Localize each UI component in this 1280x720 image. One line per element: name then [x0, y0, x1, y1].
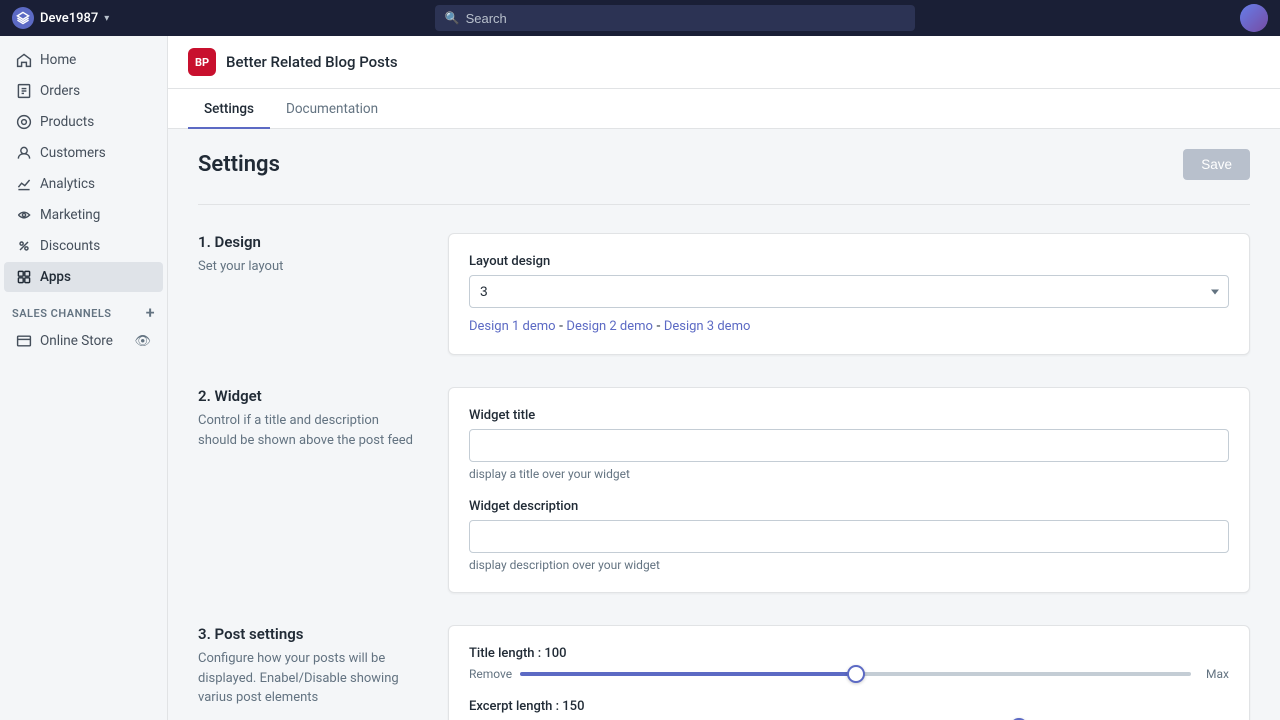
online-store-label: Online Store — [40, 333, 113, 349]
add-sales-channel-button[interactable]: + — [146, 305, 155, 321]
sidebar-item-marketing[interactable]: Marketing — [4, 200, 163, 230]
sidebar-item-home-label: Home — [40, 52, 76, 68]
design-label-col: 1. Design Set your layout — [198, 233, 418, 355]
app-logo: BP — [188, 48, 216, 76]
app-header: BP Better Related Blog Posts — [168, 36, 1280, 89]
user-avatar[interactable] — [1240, 4, 1268, 32]
design-2-demo-link[interactable]: Design 2 demo — [566, 319, 653, 334]
sidebar: Home Orders Products Customers Analytics… — [0, 36, 168, 720]
sidebar-item-marketing-label: Marketing — [40, 207, 100, 223]
divider — [198, 204, 1250, 205]
widget-section: 2. Widget Control if a title and descrip… — [198, 387, 1250, 593]
excerpt-length-row: Excerpt length : 150 Remove Max — [469, 699, 1229, 720]
settings-header: Settings Save — [198, 149, 1250, 180]
layout-design-select[interactable]: 1 2 3 — [469, 275, 1229, 308]
post-settings-content-col: Title length : 100 Remove Max Excerpt le… — [448, 625, 1250, 720]
search-bar[interactable]: 🔍 — [435, 5, 915, 31]
title-length-max-label: Max — [1199, 667, 1229, 681]
store-name: Deve1987 — [40, 11, 98, 26]
tabs: Settings Documentation — [168, 89, 1280, 129]
widget-card: Widget title display a title over your w… — [448, 387, 1250, 593]
widget-description: Control if a title and description shoul… — [198, 411, 418, 450]
sidebar-item-customers[interactable]: Customers — [4, 138, 163, 168]
excerpt-length-label: Excerpt length : 150 — [469, 699, 1229, 714]
sidebar-item-analytics[interactable]: Analytics — [4, 169, 163, 199]
title-length-slider[interactable] — [520, 672, 1191, 676]
widget-content-col: Widget title display a title over your w… — [448, 387, 1250, 593]
widget-title-help: display a title over your widget — [469, 467, 1229, 481]
sidebar-item-customers-label: Customers — [40, 145, 106, 161]
design-content-col: Layout design 1 2 3 Design 1 demo - Des — [448, 233, 1250, 355]
sidebar-item-apps[interactable]: Apps — [4, 262, 163, 292]
design-description: Set your layout — [198, 257, 418, 277]
sidebar-item-apps-label: Apps — [40, 269, 71, 285]
tab-documentation[interactable]: Documentation — [270, 89, 394, 129]
app-title: Better Related Blog Posts — [226, 53, 398, 71]
post-settings-description: Configure how your posts will be display… — [198, 649, 418, 708]
widget-desc-input[interactable] — [469, 520, 1229, 553]
online-store-eye-icon[interactable]: 👁 — [134, 334, 151, 349]
sidebar-item-orders-label: Orders — [40, 83, 80, 99]
post-settings-section: 3. Post settings Configure how your post… — [198, 625, 1250, 720]
search-icon: 🔍 — [445, 11, 460, 25]
store-chevron-icon: ▾ — [104, 13, 109, 24]
design-links: Design 1 demo - Design 2 demo - Design 3… — [469, 318, 1229, 334]
store-selector[interactable]: Deve1987 ▾ — [12, 7, 109, 29]
widget-title-label: Widget title — [469, 408, 1229, 423]
store-icon — [12, 7, 34, 29]
sales-channels-section: SALES CHANNELS + — [0, 293, 167, 325]
widget-label-col: 2. Widget Control if a title and descrip… — [198, 387, 418, 593]
avatar-image — [1240, 4, 1268, 32]
sidebar-item-discounts-label: Discounts — [40, 238, 100, 254]
sidebar-item-products[interactable]: Products — [4, 107, 163, 137]
widget-desc-label: Widget description — [469, 499, 1229, 514]
widget-title-input[interactable] — [469, 429, 1229, 462]
post-settings-card: Title length : 100 Remove Max Excerpt le… — [448, 625, 1250, 720]
sidebar-item-products-label: Products — [40, 114, 94, 130]
search-input[interactable] — [466, 11, 905, 26]
tab-settings[interactable]: Settings — [188, 89, 270, 129]
design-3-demo-link[interactable]: Design 3 demo — [664, 319, 751, 334]
settings-area: Settings Save 1. Design Set your layout … — [168, 129, 1280, 720]
post-settings-label-col: 3. Post settings Configure how your post… — [198, 625, 418, 720]
design-section: 1. Design Set your layout Layout design … — [198, 233, 1250, 355]
online-store-left: Online Store — [16, 333, 113, 349]
main-content: BP Better Related Blog Posts Settings Do… — [168, 36, 1280, 720]
widget-desc-group: Widget description display description o… — [469, 499, 1229, 572]
save-button[interactable]: Save — [1183, 149, 1250, 180]
top-nav: Deve1987 ▾ 🔍 — [0, 0, 1280, 36]
sidebar-item-analytics-label: Analytics — [40, 176, 95, 192]
design-1-demo-link[interactable]: Design 1 demo — [469, 319, 556, 334]
title-length-slider-wrapper: Remove Max — [469, 667, 1229, 681]
widget-title-group: Widget title display a title over your w… — [469, 408, 1229, 481]
page-title: Settings — [198, 152, 280, 177]
post-settings-heading: 3. Post settings — [198, 625, 418, 643]
layout-design-select-wrapper: 1 2 3 — [469, 275, 1229, 308]
widget-desc-help: display description over your widget — [469, 558, 1229, 572]
design-heading: 1. Design — [198, 233, 418, 251]
sidebar-item-home[interactable]: Home — [4, 45, 163, 75]
title-length-min-label: Remove — [469, 667, 512, 681]
sidebar-item-orders[interactable]: Orders — [4, 76, 163, 106]
sales-channels-label: SALES CHANNELS — [12, 307, 112, 320]
layout-design-label: Layout design — [469, 254, 1229, 269]
title-length-row: Title length : 100 Remove Max — [469, 646, 1229, 681]
design-card: Layout design 1 2 3 Design 1 demo - Des — [448, 233, 1250, 355]
sidebar-item-online-store[interactable]: Online Store 👁 — [4, 326, 163, 356]
title-length-label: Title length : 100 — [469, 646, 1229, 661]
sidebar-item-discounts[interactable]: Discounts — [4, 231, 163, 261]
widget-heading: 2. Widget — [198, 387, 418, 405]
